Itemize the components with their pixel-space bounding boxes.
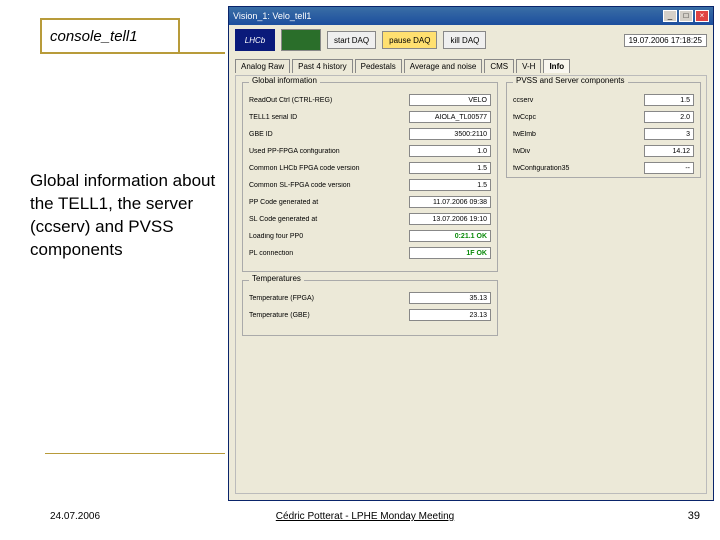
val-ppfpga: 1.0 [409,145,491,157]
val-readout: VELO [409,94,491,106]
val-slfpga: 1.5 [409,179,491,191]
lbl-fwccpc: fwCcpc [513,114,644,121]
lbl-slfpga: Common SL-FPGA code version [249,182,409,189]
minimize-icon[interactable]: _ [663,10,677,22]
close-icon[interactable]: × [695,10,709,22]
title-underline [40,52,225,54]
pvss-window: Vision_1: Velo_tell1 _ □ × LHCb start DA… [228,6,714,501]
lbl-serial: TELL1 serial ID [249,114,409,121]
pause-daq-button[interactable]: pause DAQ [382,31,437,49]
kill-daq-button[interactable]: kill DAQ [443,31,486,49]
val-ccserv: 1.5 [644,94,694,106]
page-number: 39 [688,510,700,522]
slide-title: console_tell1 [40,18,180,52]
lbl-fwdiv: fwDiv [513,148,644,155]
lbl-ccserv: ccserv [513,97,644,104]
lhcb-logo: LHCb [235,29,275,51]
group-title: Temperatures [249,274,304,283]
bottom-line [45,453,225,454]
val-serial: AIOLA_TL00577 [409,111,491,123]
tab-cms[interactable]: CMS [484,59,514,73]
lbl-temp-gbe: Temperature (GBE) [249,312,409,319]
tab-pedestals[interactable]: Pedestals [355,59,402,73]
maximize-icon[interactable]: □ [679,10,693,22]
lbl-readout: ReadOut Ctrl (CTRL-REG) [249,97,409,104]
lbl-temp-fpga: Temperature (FPGA) [249,295,409,302]
lbl-gbe: GBE ID [249,131,409,138]
group-global-info: Global information ReadOut Ctrl (CTRL-RE… [242,82,498,272]
lbl-fwelmb: fwElmb [513,131,644,138]
group-pvss: PVSS and Server components ccserv1.5 fwC… [506,82,701,178]
footer-center: Cédric Potterat - LPHE Monday Meeting [265,511,465,522]
lbl-ppfpga: Used PP-FPGA configuration [249,148,409,155]
tabstrip: Analog Raw Past 4 history Pedestals Aver… [229,59,713,73]
window-titlebar[interactable]: Vision_1: Velo_tell1 _ □ × [229,7,713,25]
lbl-ppcode: PP Code generated at [249,199,409,206]
val-temp-gbe: 23.13 [409,309,491,321]
val-load-pp0: 0:21.1 OK [409,230,491,242]
slide-body: Global information about the TELL1, the … [30,170,220,262]
tab-history[interactable]: Past 4 history [292,59,352,73]
val-plconn: 1F OK [409,247,491,259]
start-daq-button[interactable]: start DAQ [327,31,376,49]
val-fwdiv: 14.12 [644,145,694,157]
board-photo-icon [281,29,321,51]
val-ppcode: 11.07.2006 09:38 [409,196,491,208]
lbl-load-pp0: Loading four PP0 [249,233,409,240]
lbl-plconn: PL connection [249,250,409,257]
group-title: Global information [249,76,320,85]
tab-vh[interactable]: V-H [516,59,541,73]
info-panel: Global information ReadOut Ctrl (CTRL-RE… [235,75,707,494]
lbl-lhcb-fpga: Common LHCb FPGA code version [249,165,409,172]
group-temperatures: Temperatures Temperature (FPGA)35.13 Tem… [242,280,498,336]
val-temp-fpga: 35.13 [409,292,491,304]
footer-date: 24.07.2006 [50,511,100,522]
val-slcode: 13.07.2006 19:10 [409,213,491,225]
tab-info[interactable]: Info [543,59,570,73]
window-title: Vision_1: Velo_tell1 [233,11,311,21]
val-fwelmb: 3 [644,128,694,140]
toolbar: LHCb start DAQ pause DAQ kill DAQ 19.07.… [229,25,713,55]
val-gbe: 3500:2110 [409,128,491,140]
val-lhcb-fpga: 1.5 [409,162,491,174]
tab-avg-noise[interactable]: Average and noise [404,59,483,73]
timestamp: 19.07.2006 17:18:25 [624,34,707,47]
lbl-fwconfig: fwConfiguration35 [513,165,644,172]
lbl-slcode: SL Code generated at [249,216,409,223]
val-fwconfig: -- [644,162,694,174]
group-title: PVSS and Server components [513,76,628,85]
val-fwccpc: 2.0 [644,111,694,123]
tab-analog-raw[interactable]: Analog Raw [235,59,290,73]
